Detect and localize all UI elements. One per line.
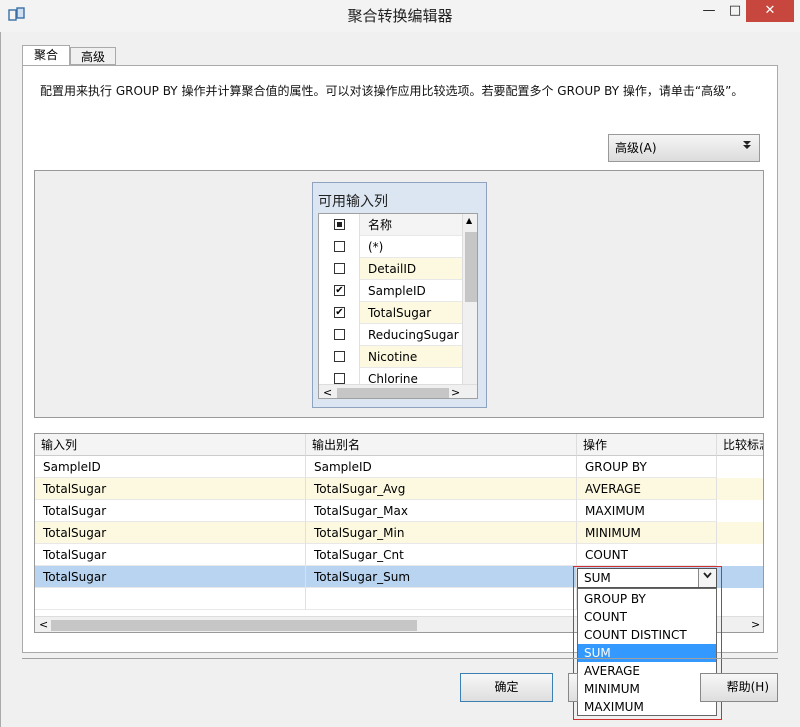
cell-input[interactable]: TotalSugar	[35, 500, 306, 522]
cell-input[interactable]: TotalSugar	[35, 522, 306, 544]
list-item[interactable]: ✔ TotalSugar	[319, 302, 462, 324]
table-row[interactable]: TotalSugar TotalSugar_Avg AVERAGE	[35, 478, 763, 500]
minimize-button[interactable]: —	[694, 0, 724, 24]
list-item-label: TotalSugar	[359, 302, 462, 324]
tab-advanced[interactable]: 高级	[70, 47, 116, 65]
help-button-label: 帮助(H)	[726, 680, 769, 694]
scroll-up-icon: ▲	[466, 216, 473, 225]
cell-alias[interactable]: SampleID	[306, 456, 577, 478]
table-row[interactable]: TotalSugar TotalSugar_Max MAXIMUM	[35, 500, 763, 522]
list-item[interactable]: DetailID	[319, 258, 462, 280]
cell-alias[interactable]: TotalSugar_Max	[306, 500, 577, 522]
horizontal-scrollbar[interactable]: < >	[319, 384, 477, 398]
column-header-operation[interactable]: 操作	[577, 434, 717, 456]
cell-alias[interactable]: TotalSugar_Sum	[306, 566, 577, 588]
checkbox[interactable]	[334, 329, 345, 340]
double-chevron-down-icon	[742, 140, 752, 153]
scroll-thumb[interactable]	[465, 232, 477, 302]
scroll-thumb[interactable]	[337, 388, 449, 398]
close-button[interactable]: ✕	[746, 0, 794, 22]
list-item-label: DetailID	[359, 258, 462, 280]
ok-button[interactable]: 确定	[460, 673, 553, 702]
table-row[interactable]: TotalSugar TotalSugar_Min MINIMUM	[35, 522, 763, 544]
checkbox-checked[interactable]: ✔	[334, 285, 345, 296]
checkbox[interactable]	[334, 263, 345, 274]
available-inputs-list: 名称 (*) DetailID ✔ SampleID ✔ TotalSugar Re…	[318, 213, 478, 399]
available-inputs-title: 可用输入列	[318, 194, 388, 210]
advanced-button[interactable]: 高级(A)	[608, 134, 760, 162]
scroll-left-icon[interactable]: <	[39, 618, 48, 631]
cell-operation[interactable]: AVERAGE	[577, 478, 717, 500]
advanced-button-label: 高级(A)	[615, 141, 657, 155]
maximize-button[interactable]: □	[722, 0, 748, 24]
list-item[interactable]: Nicotine	[319, 346, 462, 368]
cell-alias[interactable]: TotalSugar_Avg	[306, 478, 577, 500]
cancel-button[interactable]	[568, 673, 578, 702]
cell-input[interactable]: TotalSugar	[35, 478, 306, 500]
cell-operation[interactable]: MAXIMUM	[577, 500, 717, 522]
select-all-checkbox[interactable]	[334, 219, 345, 230]
scroll-right-icon[interactable]: >	[751, 618, 760, 631]
column-header-input[interactable]: 输入列	[35, 434, 306, 456]
list-item-label: Nicotine	[359, 346, 462, 368]
column-header-comparison[interactable]: 比较标志	[717, 434, 763, 456]
list-item[interactable]: ✔ SampleID	[319, 280, 462, 302]
table-row[interactable]: TotalSugar TotalSugar_Cnt COUNT	[35, 544, 763, 566]
cell-input[interactable]	[35, 588, 306, 610]
scroll-thumb[interactable]	[51, 620, 417, 631]
help-button[interactable]: 帮助(H)	[700, 673, 778, 702]
cell-alias[interactable]	[306, 588, 577, 610]
checkbox[interactable]	[334, 351, 345, 362]
description-text: 配置用来执行 GROUP BY 操作并计算聚合值的属性。可以对该操作应用比较选项…	[40, 84, 744, 98]
table-row[interactable]: SampleID SampleID GROUP BY	[35, 456, 763, 478]
list-item-label: SampleID	[359, 280, 462, 302]
cell-input[interactable]: SampleID	[35, 456, 306, 478]
list-item[interactable]: (*)	[319, 236, 462, 258]
checkbox[interactable]	[334, 373, 345, 384]
vertical-scrollbar[interactable]: ▲	[462, 214, 477, 386]
cell-operation[interactable]: COUNT	[577, 544, 717, 566]
cell-alias[interactable]: TotalSugar_Cnt	[306, 544, 577, 566]
scroll-left-icon[interactable]: <	[323, 386, 332, 398]
list-item[interactable]: ReducingSugar	[319, 324, 462, 346]
cell-input[interactable]: TotalSugar	[35, 566, 306, 588]
window-title: 聚合转换编辑器	[347, 7, 453, 25]
tab-aggregation[interactable]: 聚合	[22, 45, 70, 66]
list-item-label: (*)	[359, 236, 462, 258]
scroll-right-icon[interactable]: >	[451, 386, 460, 398]
cell-input[interactable]: TotalSugar	[35, 544, 306, 566]
cell-operation[interactable]: GROUP BY	[577, 456, 717, 478]
list-header: 名称	[319, 214, 462, 236]
footer-divider	[22, 658, 778, 659]
column-header-alias[interactable]: 输出别名	[306, 434, 577, 456]
column-header-name: 名称	[359, 214, 462, 236]
cell-alias[interactable]: TotalSugar_Min	[306, 522, 577, 544]
checkbox-checked[interactable]: ✔	[334, 307, 345, 318]
list-item-label: ReducingSugar	[359, 324, 462, 346]
checkbox[interactable]	[334, 241, 345, 252]
cell-operation[interactable]: MINIMUM	[577, 522, 717, 544]
